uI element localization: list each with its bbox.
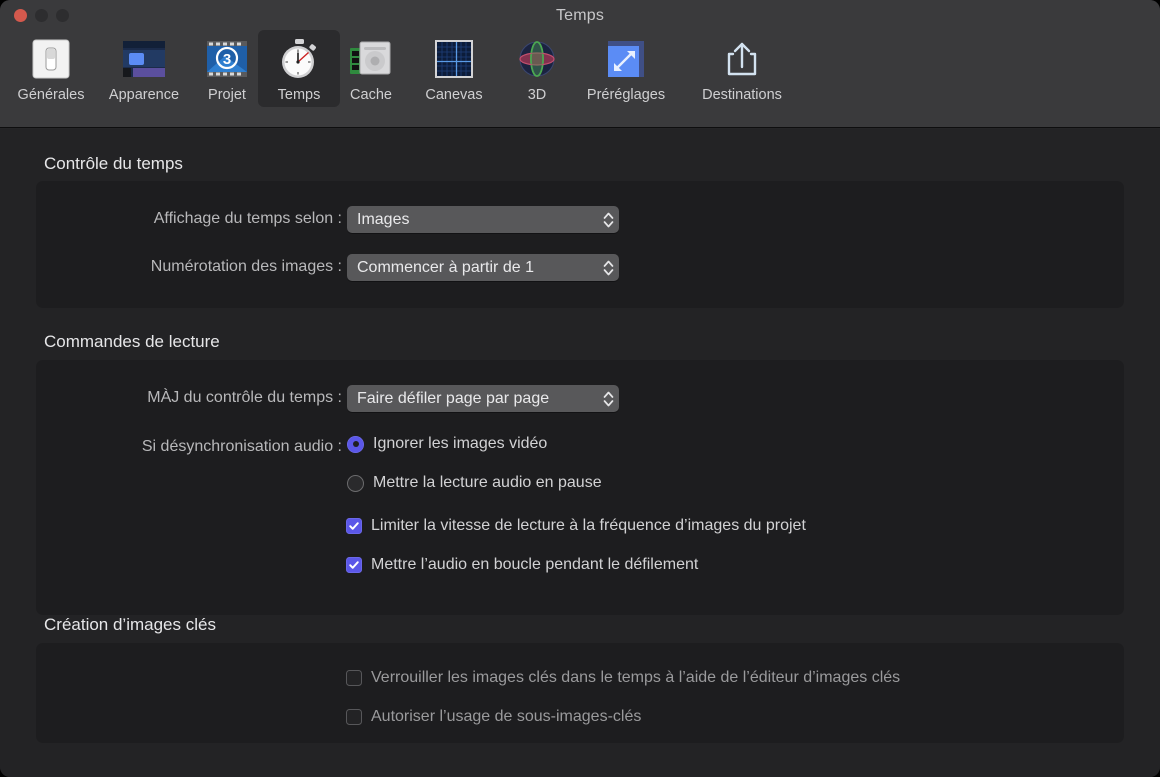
checkbox-loop-audio[interactable]: Mettre l’audio en boucle pendant le défi… <box>346 556 698 574</box>
chevron-updown-icon <box>601 388 615 410</box>
checkbox-checked-icon <box>346 557 362 573</box>
stopwatch-icon <box>276 36 322 82</box>
switch-icon <box>28 36 74 82</box>
checkbox-label: Verrouiller les images clés dans le temp… <box>371 669 900 687</box>
checkbox-checked-icon <box>346 518 362 534</box>
toolbar-tabs: Générales Apparence <box>10 30 800 107</box>
checkbox-label: Mettre l’audio en boucle pendant le défi… <box>371 556 698 574</box>
tab-label: Apparence <box>109 87 179 103</box>
popup-value: Images <box>357 211 595 229</box>
radio-button-selected-icon <box>347 436 364 453</box>
tab-3d[interactable]: 3D <box>506 30 568 107</box>
popup-value: Commencer à partir de 1 <box>357 259 595 277</box>
tab-label: Générales <box>18 87 85 103</box>
tab-cache[interactable]: Cache <box>340 30 402 107</box>
appearance-icon <box>121 36 167 82</box>
section-title-time-control: Contrôle du temps <box>44 154 183 174</box>
radio-option-skip-video-frames[interactable]: Ignorer les images vidéo <box>347 435 547 453</box>
label-frame-numbering: Numérotation des images : <box>36 258 342 276</box>
label-time-display: Affichage du temps selon : <box>36 210 342 228</box>
tab-temps[interactable]: Temps <box>258 30 340 107</box>
panel-keyframes: Verrouiller les images clés dans le temp… <box>36 643 1124 743</box>
label-time-control-update: MÀJ du contrôle du temps : <box>36 389 342 407</box>
checkbox-lock-keyframes[interactable]: Verrouiller les images clés dans le temp… <box>346 669 900 687</box>
tab-preglages[interactable]: Préréglages <box>568 30 684 107</box>
tab-label: 3D <box>528 87 547 103</box>
popup-time-display[interactable]: Images <box>347 206 619 233</box>
section-title-keyframes: Création d’images clés <box>44 615 216 635</box>
chevron-updown-icon <box>601 257 615 279</box>
panel-time-control: Affichage du temps selon : Images Numéro… <box>36 181 1124 308</box>
tab-label: Temps <box>278 87 321 103</box>
tab-destinations[interactable]: Destinations <box>684 30 800 107</box>
preferences-window: Temps Générales <box>0 0 1160 777</box>
tab-projet[interactable]: 3 Projet <box>196 30 258 107</box>
panel-playback: MÀJ du contrôle du temps : Faire défiler… <box>36 360 1124 615</box>
harddrive-icon <box>348 36 394 82</box>
sphere-icon <box>514 36 560 82</box>
tab-generales[interactable]: Générales <box>10 30 92 107</box>
window-title: Temps <box>0 7 1160 25</box>
checkbox-unchecked-icon <box>346 709 362 725</box>
radio-button-unselected-icon <box>347 475 364 492</box>
checkbox-unchecked-icon <box>346 670 362 686</box>
tab-label: Destinations <box>702 87 782 103</box>
checkbox-limit-playback-speed[interactable]: Limiter la vitesse de lecture à la fréqu… <box>346 517 806 535</box>
checkbox-label: Limiter la vitesse de lecture à la fréqu… <box>371 517 806 535</box>
chevron-updown-icon <box>601 209 615 231</box>
svg-text:3: 3 <box>223 51 231 68</box>
share-icon <box>719 36 765 82</box>
section-title-playback: Commandes de lecture <box>44 332 220 352</box>
tab-label: Canevas <box>425 87 482 103</box>
popup-time-control-update[interactable]: Faire défiler page par page <box>347 385 619 412</box>
filmstrip-icon: 3 <box>204 36 250 82</box>
radio-option-label: Ignorer les images vidéo <box>373 435 547 453</box>
label-audio-desync: Si désynchronisation audio : <box>36 438 342 456</box>
radio-option-pause-audio[interactable]: Mettre la lecture audio en pause <box>347 474 602 492</box>
tab-label: Projet <box>208 87 246 103</box>
tab-canevas[interactable]: Canevas <box>402 30 506 107</box>
tab-label: Cache <box>350 87 392 103</box>
radio-option-label: Mettre la lecture audio en pause <box>373 474 602 492</box>
grid-icon <box>431 36 477 82</box>
tab-label: Préréglages <box>587 87 665 103</box>
popup-value: Faire défiler page par page <box>357 390 595 408</box>
window-toolbar: Temps Générales <box>0 0 1160 128</box>
checkbox-allow-subframe-keyframes[interactable]: Autoriser l’usage de sous-images-clés <box>346 708 641 726</box>
popup-frame-numbering[interactable]: Commencer à partir de 1 <box>347 254 619 281</box>
tab-apparence[interactable]: Apparence <box>92 30 196 107</box>
preferences-content: Contrôle du temps Affichage du temps sel… <box>0 129 1160 777</box>
resize-icon <box>603 36 649 82</box>
checkbox-label: Autoriser l’usage de sous-images-clés <box>371 708 641 726</box>
